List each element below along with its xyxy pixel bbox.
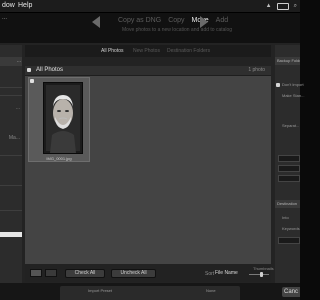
source-label: ... [2, 15, 8, 21]
photo-cell[interactable]: IMG_0001.jpg [28, 77, 90, 162]
text-field[interactable] [278, 155, 300, 162]
divider [0, 95, 22, 96]
tab-destination-folders[interactable]: Destination Folders [167, 48, 210, 54]
selected-source-item[interactable] [0, 232, 22, 237]
sort-select[interactable]: File Name [215, 270, 238, 276]
menu-item-help[interactable]: Help [18, 0, 32, 12]
check-all-button[interactable]: Check All [65, 269, 105, 278]
sort-label: Sort [205, 271, 215, 277]
divider [0, 210, 22, 211]
divider [0, 185, 22, 186]
import-mode-bar: ... Copy as DNG Copy Move Add Move photo… [0, 13, 300, 43]
search-icon[interactable]: ⌕ [294, 0, 297, 12]
grid-toolbar: Check All Uncheck All Sort File Name Thu… [25, 264, 274, 282]
option-label: Into [282, 215, 289, 220]
grid-title: All Photos [36, 67, 64, 73]
import-footer: Import Preset None Canc [0, 283, 300, 300]
tab-all-photos[interactable]: All Photos [101, 48, 124, 54]
forward-arrow-icon [200, 16, 208, 28]
mode-copy-as-dng[interactable]: Copy as DNG [118, 17, 161, 24]
status-area: ▲ ⌕ [266, 0, 297, 12]
divider [0, 87, 22, 88]
option-checkbox[interactable] [276, 83, 280, 87]
photo-count: 1 photo [248, 67, 265, 73]
grid-view-icon[interactable] [30, 269, 42, 277]
photo-grid: IMG_0001.jpg [25, 76, 271, 264]
mode-copy[interactable]: Copy [168, 17, 184, 24]
option-label: Keywords [282, 226, 300, 231]
panel-header[interactable]: Backup Folder [275, 57, 300, 65]
thumbnails-label: Thumbnails [253, 266, 274, 271]
photo-checkbox[interactable] [30, 79, 34, 83]
import-window: ... Copy as DNG Copy Move Add Move photo… [0, 13, 304, 300]
grid-filter-tabs: All Photos New Photos Destination Folder… [25, 45, 271, 57]
option-label: Separat... [282, 123, 300, 128]
uncheck-all-button[interactable]: Uncheck All [111, 269, 156, 278]
keywords-field[interactable] [278, 237, 300, 244]
source-panel-header[interactable]: ... [0, 57, 22, 66]
select-all-checkbox[interactable] [27, 68, 31, 72]
import-preset-label: Import Preset [88, 288, 113, 293]
source-item[interactable]: ... [0, 105, 22, 111]
loupe-view-icon[interactable] [45, 269, 57, 277]
mode-description: Move photos to a new location and add to… [122, 27, 233, 33]
photo-thumbnail[interactable] [43, 82, 83, 154]
source-item[interactable]: Ma... [0, 135, 22, 141]
photo-filename: IMG_0001.jpg [46, 156, 72, 161]
cancel-button[interactable]: Canc [282, 287, 300, 297]
grid-header: All Photos 1 photo [25, 66, 271, 76]
mode-add[interactable]: Add [216, 17, 228, 24]
battery-icon [276, 2, 289, 10]
menu-item-window[interactable]: dow [2, 0, 15, 12]
divider [0, 155, 22, 156]
portrait-image [44, 83, 82, 153]
panel-header[interactable]: Destination [275, 200, 300, 208]
back-arrow-icon [92, 16, 100, 28]
import-preset-select[interactable]: None [206, 288, 216, 293]
tab-new-photos[interactable]: New Photos [133, 48, 160, 54]
text-field[interactable] [278, 165, 300, 172]
import-modes: Copy as DNG Copy Move Add [118, 17, 228, 24]
destination-panel: Backup Folder Don't Import Make Stan... … [275, 45, 304, 283]
source-panel: ... ... Ma... [0, 45, 22, 283]
slider-handle[interactable] [260, 272, 263, 277]
mac-menubar: dow Help ▲ ⌕ [0, 0, 300, 13]
option-label: Make Stan... [282, 93, 305, 98]
text-field[interactable] [278, 175, 300, 182]
option-label: Don't Import [282, 82, 304, 87]
wifi-icon: ▲ [265, 3, 272, 9]
import-preset-bar: Import Preset None [60, 286, 240, 300]
thumbnail-size-slider[interactable] [249, 272, 269, 277]
